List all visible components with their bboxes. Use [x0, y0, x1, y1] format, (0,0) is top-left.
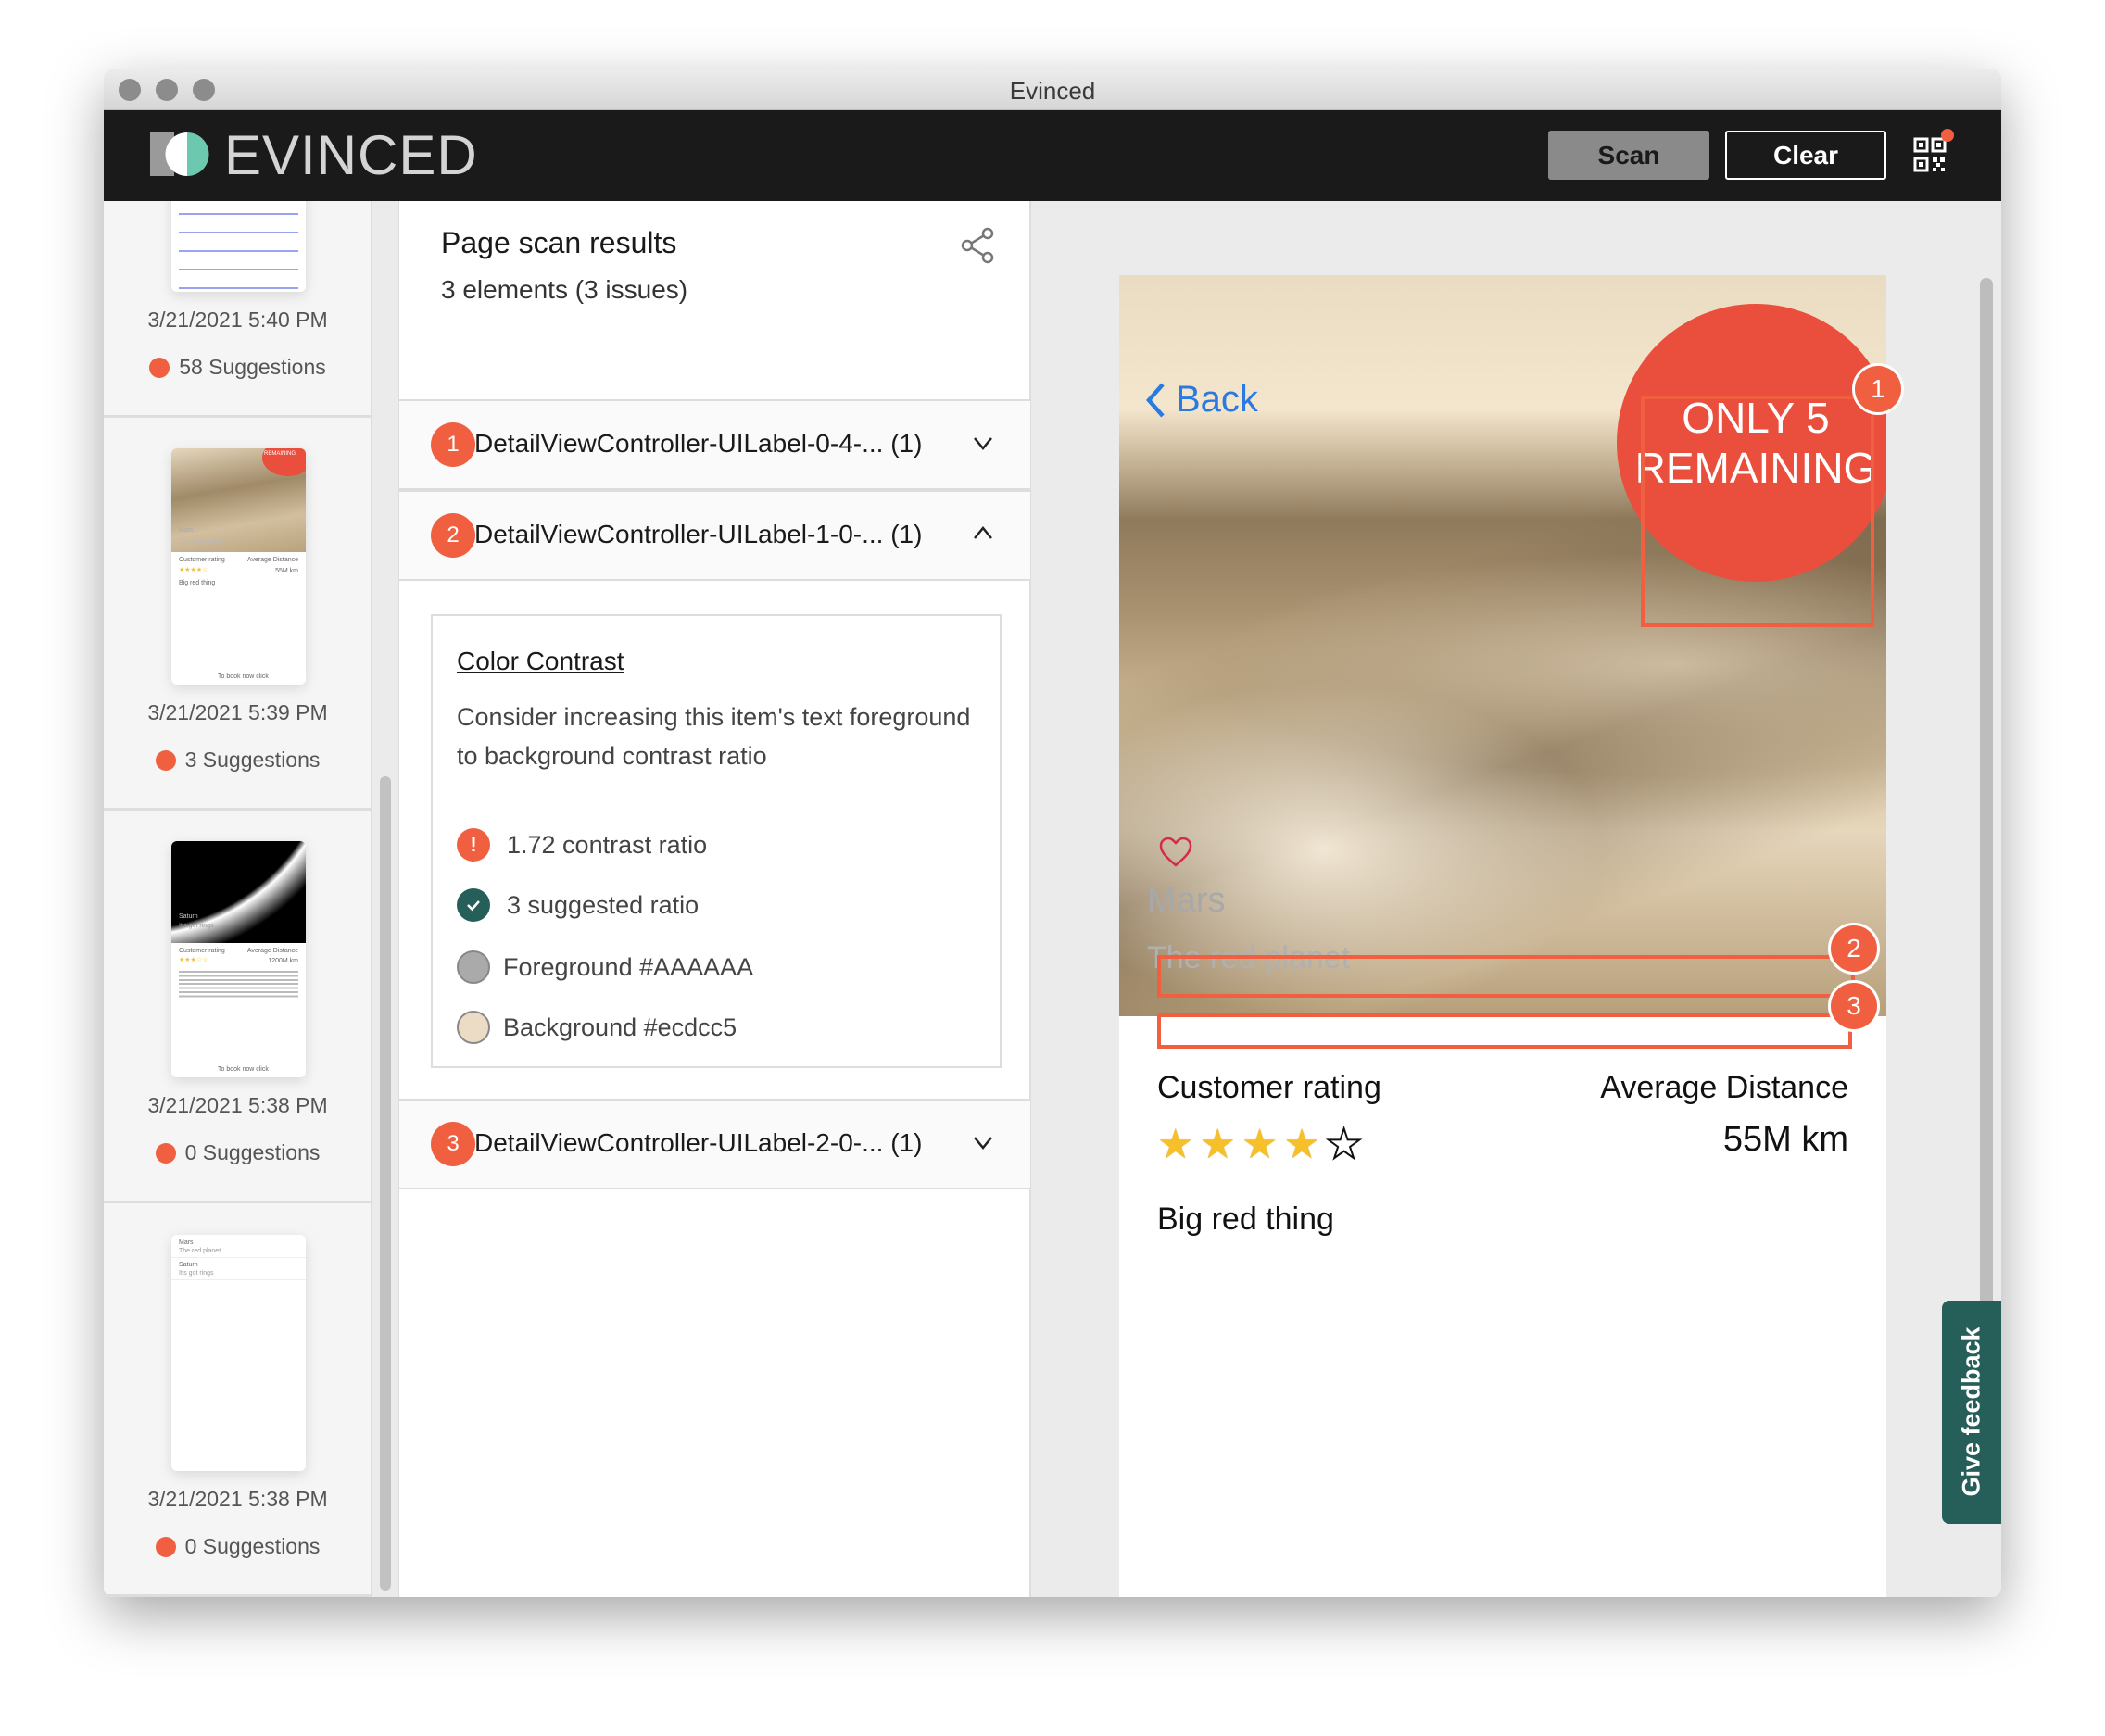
star-filled-icon: ★ [1157, 1122, 1200, 1167]
issue-number-badge: 3 [431, 1122, 475, 1166]
element-label: DetailViewController-UILabel-1-0-... (1) [474, 520, 923, 548]
chevron-down-icon[interactable] [972, 429, 994, 457]
status-dot [155, 1537, 176, 1557]
suggestions-label: 0 Suggestions [184, 1534, 321, 1558]
sidebar-scrollbar[interactable] [380, 776, 391, 1591]
chevron-up-icon[interactable] [972, 520, 994, 547]
background-color-row: Background #ecdcc5 [457, 1011, 737, 1044]
issue-highlight-2[interactable] [1157, 955, 1855, 998]
planet-name: Mars [1147, 881, 1226, 920]
issue-highlight-1[interactable] [1641, 396, 1874, 627]
issue-marker-3[interactable]: 3 [1828, 980, 1880, 1032]
scan-thumbnail: REMAINING Mars The red planet Customer r… [171, 448, 306, 685]
suggested-ratio: 3 suggested ratio [507, 890, 700, 919]
suggestions-count: 58 Suggestions [104, 355, 371, 380]
star-rating: ★★★★★ [1157, 1121, 1368, 1168]
app-header: EVINCED Scan Clear [104, 110, 2001, 201]
status-dot [155, 750, 176, 771]
back-button[interactable]: Back [1144, 379, 1258, 421]
star-filled-icon: ★ [1241, 1122, 1284, 1167]
suggestions-count: 0 Suggestions [104, 1534, 371, 1559]
star-empty-icon: ★ [1325, 1121, 1368, 1168]
heart-icon[interactable] [1159, 836, 1192, 869]
clear-button[interactable]: Clear [1725, 131, 1886, 180]
share-icon[interactable] [960, 227, 995, 264]
foreground-color: Foreground #AAAAAA [503, 952, 754, 981]
foreground-color-row: Foreground #AAAAAA [457, 950, 753, 984]
scan-date: 3/21/2021 5:38 PM [147, 1487, 328, 1511]
contrast-ratio: 1.72 contrast ratio [507, 830, 708, 859]
issue-number-badge: 2 [431, 513, 475, 558]
scan-date: 3/21/2021 5:39 PM [147, 700, 328, 724]
foreground-swatch-icon [457, 950, 490, 984]
chevron-down-icon[interactable] [972, 1128, 994, 1156]
results-summary: 3 elements (3 issues) [441, 275, 688, 304]
result-item-2[interactable]: 2 DetailViewController-UILabel-1-0-... (… [399, 490, 1030, 581]
average-distance-value: 55M km [1722, 1120, 1848, 1159]
suggestions-label: 3 Suggestions [184, 748, 321, 772]
app-window: Evinced EVINCED Scan Clear 3/21/2021 5:4… [104, 69, 2001, 1597]
contrast-ratio-row: ! 1.72 contrast ratio [457, 828, 707, 862]
star-filled-icon: ★ [1283, 1122, 1326, 1167]
suggestions-label: 0 Suggestions [184, 1140, 321, 1164]
scan-date: 3/21/2021 5:38 PM [147, 1093, 328, 1117]
element-label: DetailViewController-UILabel-2-0-... (1) [474, 1128, 923, 1157]
app-preview-area: Back ONLY 5 REMAINING Mars The red plane… [1031, 201, 2001, 1597]
element-label: DetailViewController-UILabel-0-4-... (1) [474, 429, 923, 458]
window-title: Evinced [1009, 77, 1096, 105]
suggested-ratio-row: 3 suggested ratio [457, 888, 699, 922]
evinced-logo-icon [150, 132, 209, 176]
suggestions-label: 58 Suggestions [179, 355, 326, 379]
scan-date: 3/21/2021 5:40 PM [147, 308, 328, 332]
result-item-1[interactable]: 1 DetailViewController-UILabel-0-4-... (… [399, 399, 1030, 490]
back-label: Back [1176, 379, 1258, 420]
scan-button[interactable]: Scan [1548, 131, 1709, 180]
scan-thumbnail: Mars The red planet Saturn It's got ring… [171, 1235, 306, 1471]
chevron-left-icon [1145, 383, 1165, 417]
issue-number-badge: 1 [431, 422, 475, 467]
warning-icon: ! [457, 828, 490, 862]
background-swatch-icon [457, 1011, 490, 1044]
star-filled-icon: ★ [1199, 1122, 1242, 1167]
status-dot [149, 358, 170, 378]
history-item[interactable]: Mars The red planet Saturn It's got ring… [104, 1204, 371, 1597]
panel-title: Page scan results [441, 226, 677, 259]
scan-history-sidebar: 3/21/2021 5:40 PM 58 Suggestions REMAINI… [104, 201, 372, 1597]
preview-scrollbar[interactable] [1980, 278, 1993, 1343]
status-dot [155, 1143, 176, 1164]
mars-hero-image: Back ONLY 5 REMAINING Mars The red plane… [1119, 275, 1886, 1016]
history-item[interactable]: 3/21/2021 5:40 PM 58 Suggestions [104, 201, 371, 418]
issue-type-link[interactable]: Color Contrast [457, 647, 624, 676]
customer-rating-label: Customer rating [1157, 1070, 1381, 1105]
scan-thumbnail: Saturn It's got rings Customer rating Av… [171, 841, 306, 1077]
scan-thumbnail [171, 201, 306, 292]
history-item[interactable]: Saturn It's got rings Customer rating Av… [104, 811, 371, 1203]
issue-description: Consider increasing this item's text for… [457, 703, 971, 770]
result-item-3[interactable]: 3 DetailViewController-UILabel-2-0-... (… [399, 1099, 1030, 1189]
suggestions-count: 0 Suggestions [104, 1140, 371, 1165]
notification-dot [1941, 129, 1954, 142]
logo-text: EVINCED [224, 124, 478, 186]
planet-description: Big red thing [1157, 1201, 1334, 1237]
scan-results-panel: Page scan results 3 elements (3 issues) … [398, 201, 1031, 1597]
issue-marker-1[interactable]: 1 [1852, 363, 1904, 415]
suggestions-count: 3 Suggestions [104, 748, 371, 773]
give-feedback-button[interactable]: Give feedback [1942, 1301, 2001, 1524]
check-icon [457, 888, 490, 922]
issue-marker-2[interactable]: 2 [1828, 923, 1880, 975]
average-distance-label: Average Distance [1600, 1070, 1848, 1105]
qr-code-icon[interactable] [1913, 137, 1947, 172]
issue-detail-card: Color Contrast Consider increasing this … [431, 614, 1002, 1068]
give-feedback-label: Give feedback [1957, 1327, 1985, 1497]
background-color: Background #ecdcc5 [503, 1013, 737, 1041]
title-bar: Evinced [104, 69, 2001, 110]
issue-highlight-3[interactable] [1157, 1013, 1852, 1049]
history-item[interactable]: REMAINING Mars The red planet Customer r… [104, 418, 371, 811]
